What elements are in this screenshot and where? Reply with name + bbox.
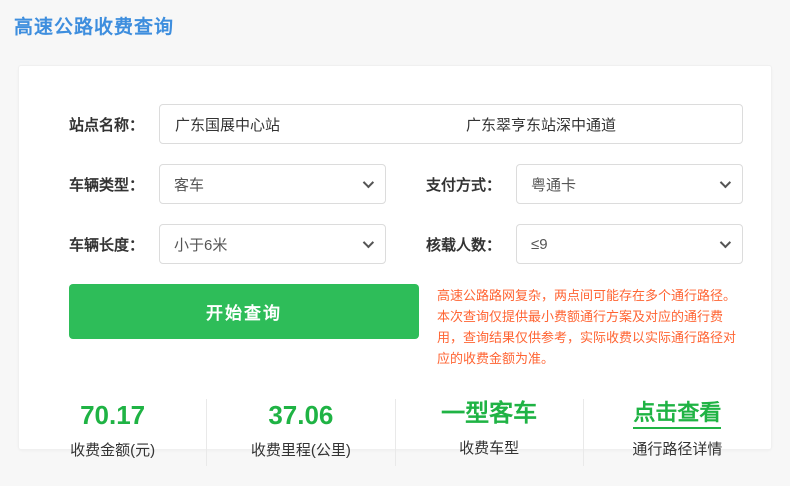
result-vehicle-class: 一型客车 收费车型: [394, 399, 583, 466]
page-title: 高速公路收费查询: [14, 17, 175, 38]
vehicle-type-label: 车辆类型：: [69, 176, 145, 194]
type-payment-row: 车辆类型： 客车 支付方式： 粤通卡: [69, 164, 743, 204]
passenger-capacity-field: 核载人数： ≤9: [426, 224, 743, 264]
vehicle-class-value: 一型客车: [441, 400, 538, 428]
payment-method-field: 支付方式： 粤通卡: [426, 164, 743, 204]
payment-method-select[interactable]: 粤通卡: [516, 164, 743, 204]
passenger-capacity-value: ≤9: [531, 235, 548, 253]
length-capacity-row: 车辆长度： 小于6米 核载人数： ≤9: [69, 224, 743, 264]
passenger-capacity-label: 核载人数：: [426, 236, 502, 254]
toll-distance-label: 收费里程(公里): [250, 441, 351, 459]
vehicle-length-label: 车辆长度：: [69, 236, 145, 254]
vehicle-class-label: 收费车型: [459, 439, 520, 457]
chevron-down-icon: [719, 176, 732, 189]
end-station-value[interactable]: 广东翠亨东站深中通道: [451, 114, 742, 135]
vehicle-type-select[interactable]: 客车: [159, 164, 386, 204]
route-details-label: 通行路径详情: [632, 441, 723, 459]
vehicle-length-field: 车辆长度： 小于6米: [69, 224, 386, 264]
payment-method-value: 粤通卡: [531, 176, 577, 194]
query-card: 站点名称： 广东国展中心站 广东翠亨东站深中通道 车辆类型： 客车 支付方式： …: [18, 65, 772, 466]
start-station-value[interactable]: 广东国展中心站: [160, 114, 451, 135]
payment-method-label: 支付方式：: [426, 176, 502, 194]
chevron-down-icon: [719, 236, 732, 249]
result-toll-amount: 70.17 收费金额(元): [19, 399, 206, 466]
vehicle-length-value: 小于6米: [174, 236, 228, 254]
toll-amount-value: 70.17: [80, 400, 146, 431]
toll-distance-value: 37.06: [268, 400, 334, 431]
station-row: 站点名称： 广东国展中心站 广东翠亨东站深中通道: [69, 104, 743, 144]
vehicle-length-select[interactable]: 小于6米: [159, 224, 386, 264]
view-route-link[interactable]: 点击查看: [633, 401, 722, 430]
chevron-down-icon: [362, 236, 375, 249]
toll-query-page: 高速公路收费查询 站点名称： 广东国展中心站 广东翠亨东站深中通道 车辆类型： …: [0, 0, 790, 486]
chevron-down-icon: [362, 176, 375, 189]
toll-amount-label: 收费金额(元): [70, 441, 156, 459]
vehicle-type-value: 客车: [174, 176, 205, 194]
station-input[interactable]: 广东国展中心站 广东翠亨东站深中通道: [159, 104, 743, 144]
vehicle-type-field: 车辆类型： 客车: [69, 164, 386, 204]
results-row: 70.17 收费金额(元) 37.06 收费里程(公里) 一型客车 收费车型 点…: [19, 395, 771, 474]
action-row: 开始查询 高速公路路网复杂，两点间可能存在多个通行路径。本次查询仅提供最小费额通…: [69, 284, 743, 369]
result-route-details: 点击查看 通行路径详情: [582, 399, 771, 466]
passenger-capacity-select[interactable]: ≤9: [516, 224, 743, 264]
result-toll-distance: 37.06 收费里程(公里): [206, 399, 394, 466]
query-notice-text: 高速公路路网复杂，两点间可能存在多个通行路径。本次查询仅提供最小费额通行方案及对…: [437, 288, 737, 367]
station-field: 站点名称： 广东国展中心站 广东翠亨东站深中通道: [69, 104, 743, 144]
start-query-button[interactable]: 开始查询: [69, 284, 419, 339]
station-label: 站点名称：: [69, 116, 145, 134]
